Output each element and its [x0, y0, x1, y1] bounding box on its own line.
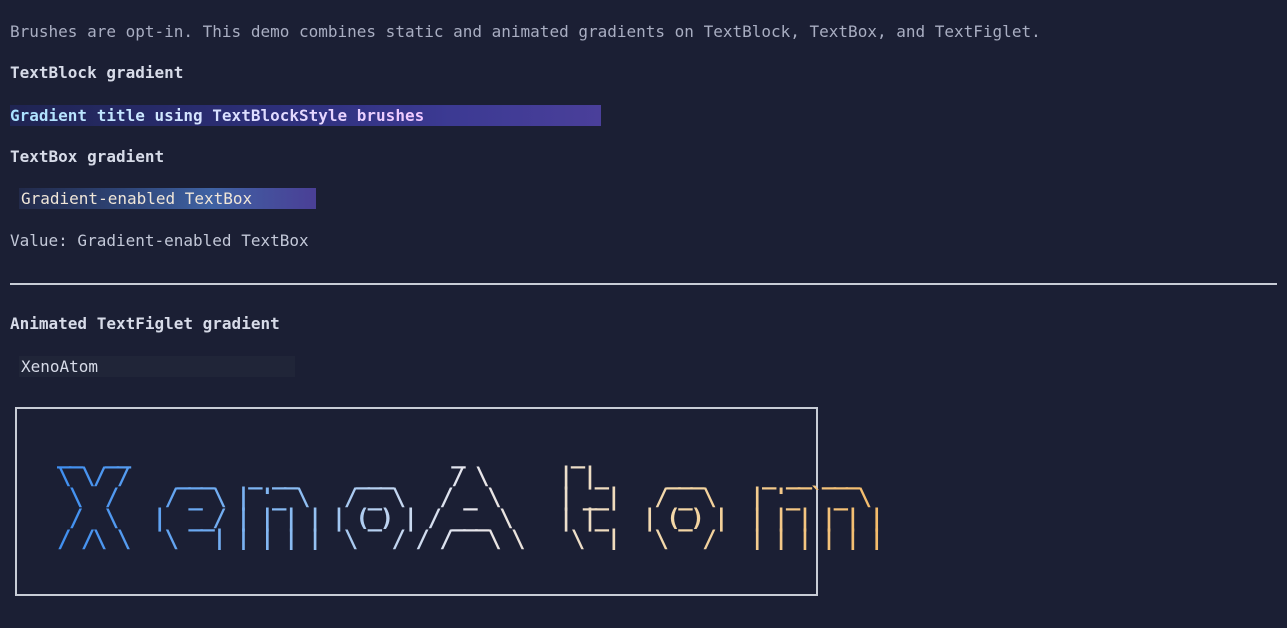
figlet-art: __ __ _ _ \ \/ / ___ _ __ ___ / \ | |_ _… — [45, 443, 884, 551]
figlet-text-input[interactable] — [19, 356, 295, 377]
intro-text: Brushes are opt-in. This demo combines s… — [10, 22, 1041, 41]
textbox-heading: TextBox gradient — [10, 147, 165, 166]
gradient-title-block: Gradient title using TextBlockStyle brus… — [10, 105, 601, 126]
section-divider — [10, 283, 1277, 285]
textbox-value-readout: Value: Gradient-enabled TextBox — [10, 231, 309, 250]
figlet-heading: Animated TextFiglet gradient — [10, 314, 280, 333]
gradient-title-text: Gradient title using TextBlockStyle brus… — [10, 106, 425, 125]
figlet-frame: __ __ _ _ \ \/ / ___ _ __ ___ / \ | |_ _… — [15, 407, 884, 596]
gradient-textbox[interactable] — [19, 188, 316, 209]
textblock-heading: TextBlock gradient — [10, 63, 184, 82]
